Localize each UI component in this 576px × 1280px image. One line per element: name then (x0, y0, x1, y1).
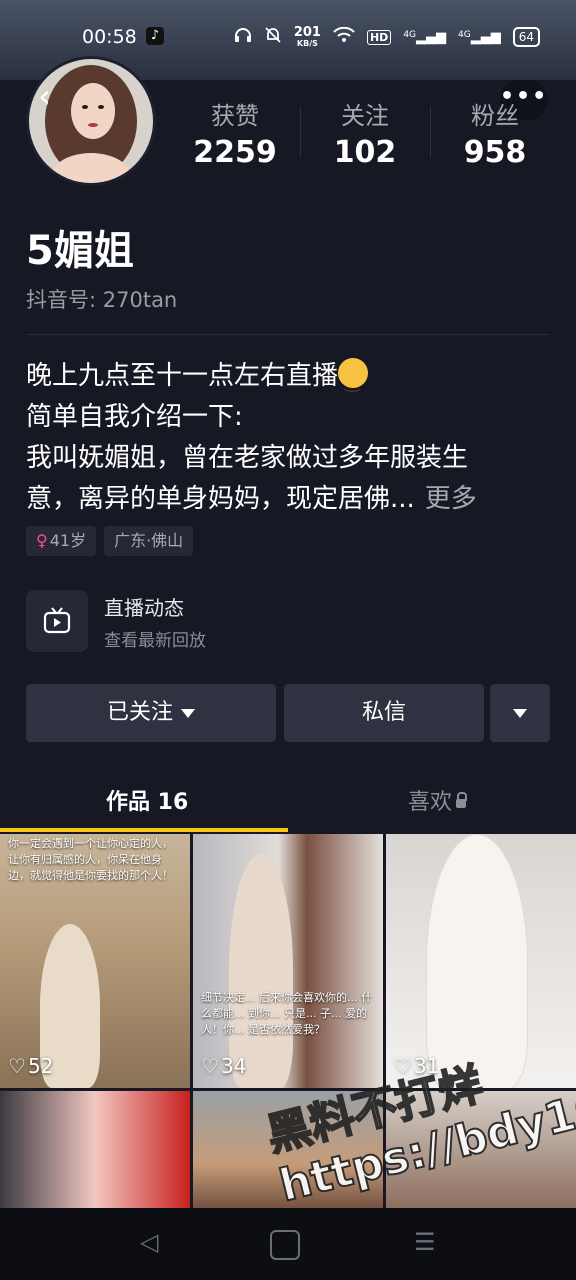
status-time: 00:58 (82, 26, 137, 48)
nav-back-icon[interactable]: ◁ (140, 1228, 158, 1256)
lock-icon (456, 791, 468, 808)
system-nav-bar: ◁ ☰ (0, 1208, 576, 1280)
signal-label-2: 4G (458, 29, 471, 40)
tiktok-notification-icon: ♪ (146, 27, 164, 45)
bio-line: 简单自我介绍一下: (26, 402, 243, 432)
stat-likes[interactable]: 获赞 2259 (170, 96, 300, 170)
stat-label: 粉丝 (471, 102, 519, 130)
video-thumbnail[interactable]: 你一定会遇到一个让你心定的人，让你有归属感的人，你呆在他身边，就觉得他是你要找的… (0, 834, 190, 1088)
stat-label: 关注 (341, 102, 389, 130)
following-label: 已关注 (106, 700, 173, 725)
stat-value: 2259 (193, 135, 277, 170)
headphones-icon (234, 27, 252, 47)
bio-line: 晚上九点至十一点左右直播 (26, 361, 339, 391)
stat-value: 958 (463, 135, 527, 170)
like-count: ♡ 34 (201, 1054, 246, 1078)
age-tag: ♀ 41岁 (26, 526, 97, 556)
like-count-value: 34 (220, 1054, 247, 1078)
video-thumbnail[interactable]: 细节决定... 后来你会喜欢你的... 什么都能... 到你... 只是... … (193, 834, 383, 1088)
bio-line: 意，离异的单身妈妈，现定居佛... (26, 484, 415, 514)
stat-following[interactable]: 关注 102 (300, 96, 430, 170)
message-button[interactable]: 私信 (284, 684, 484, 742)
stat-value: 102 (333, 135, 397, 170)
tab-likes-label: 喜欢 (408, 790, 453, 815)
network-speed: 201 KB/S (294, 26, 321, 48)
hd-icon: HD (366, 29, 392, 45)
tab-indicator (0, 828, 288, 832)
age-label: 41岁 (49, 531, 87, 550)
location-tag: 广东·佛山 (104, 526, 194, 556)
video-caption: 你一定会遇到一个让你心定的人，让你有归属感的人，你呆在他身边，就觉得他是你要找的… (8, 837, 173, 882)
douyin-id[interactable]: 抖音号: 270tan (26, 284, 177, 314)
live-subtitle: 查看最新回放 (104, 631, 206, 651)
like-count-value: 52 (27, 1054, 54, 1078)
female-icon: ♀ (36, 531, 48, 550)
profile-actions: 已关注 私信 (26, 684, 550, 742)
divider (26, 334, 550, 335)
signal-label-1: 4G (403, 29, 417, 40)
status-icons: 201 KB/S HD 4G▂▄▆ 4G▂▄▆ 64 (234, 26, 540, 48)
chevron-down-icon (513, 708, 527, 718)
content-tabs: 作品 16 喜欢 (0, 770, 576, 832)
live-tv-icon (26, 590, 88, 652)
wifi-icon (333, 26, 355, 47)
bio[interactable]: 晚上九点至十一点左右直播 简单自我介绍一下: 我叫妩媚姐，曾在老家做过多年服装生… (26, 356, 556, 520)
video-thumbnail[interactable] (0, 1091, 190, 1213)
live-title: 直播动态 (104, 596, 184, 620)
battery-indicator: 64 (512, 27, 540, 47)
recommend-dropdown-button[interactable] (490, 684, 550, 742)
heart-icon: ♡ (8, 1054, 26, 1078)
back-button[interactable]: ‹ (38, 80, 68, 112)
video-caption: 细节决定... 后来你会喜欢你的... 什么都能... 到你... 只是... … (201, 991, 372, 1036)
bio-line: 我叫妩媚姐，曾在老家做过多年服装生 (26, 443, 469, 473)
network-speed-unit: KB/S (296, 39, 318, 48)
stat-followers[interactable]: 粉丝 958 (430, 96, 560, 170)
tab-likes[interactable]: 喜欢 (408, 784, 468, 816)
like-count: ♡ 52 (8, 1054, 53, 1078)
tab-works[interactable]: 作品 16 (106, 784, 188, 816)
bio-more-link[interactable]: 更多 (425, 484, 477, 514)
stat-label: 获赞 (211, 102, 259, 130)
profile-tags: ♀ 41岁 广东·佛山 (26, 526, 194, 556)
live-updates-row[interactable]: 直播动态 查看最新回放 (26, 590, 550, 652)
mute-icon (264, 27, 282, 47)
heart-icon: ♡ (201, 1054, 219, 1078)
avatar[interactable] (26, 56, 156, 186)
signal-icon-2: 4G▂▄▆ (458, 29, 501, 45)
nav-menu-icon[interactable]: ☰ (414, 1228, 436, 1256)
person-figure (229, 854, 293, 1088)
smile-emoji-icon (338, 358, 369, 403)
following-button[interactable]: 已关注 (26, 684, 276, 742)
profile-stats: 获赞 2259 关注 102 粉丝 958 (170, 96, 560, 170)
nav-home-icon[interactable] (270, 1230, 300, 1260)
nickname: 5媚姐 (26, 228, 134, 274)
signal-icon-1: 4G▂▄▆ (403, 29, 447, 45)
chevron-down-icon (181, 708, 195, 718)
network-speed-value: 201 (293, 25, 321, 40)
